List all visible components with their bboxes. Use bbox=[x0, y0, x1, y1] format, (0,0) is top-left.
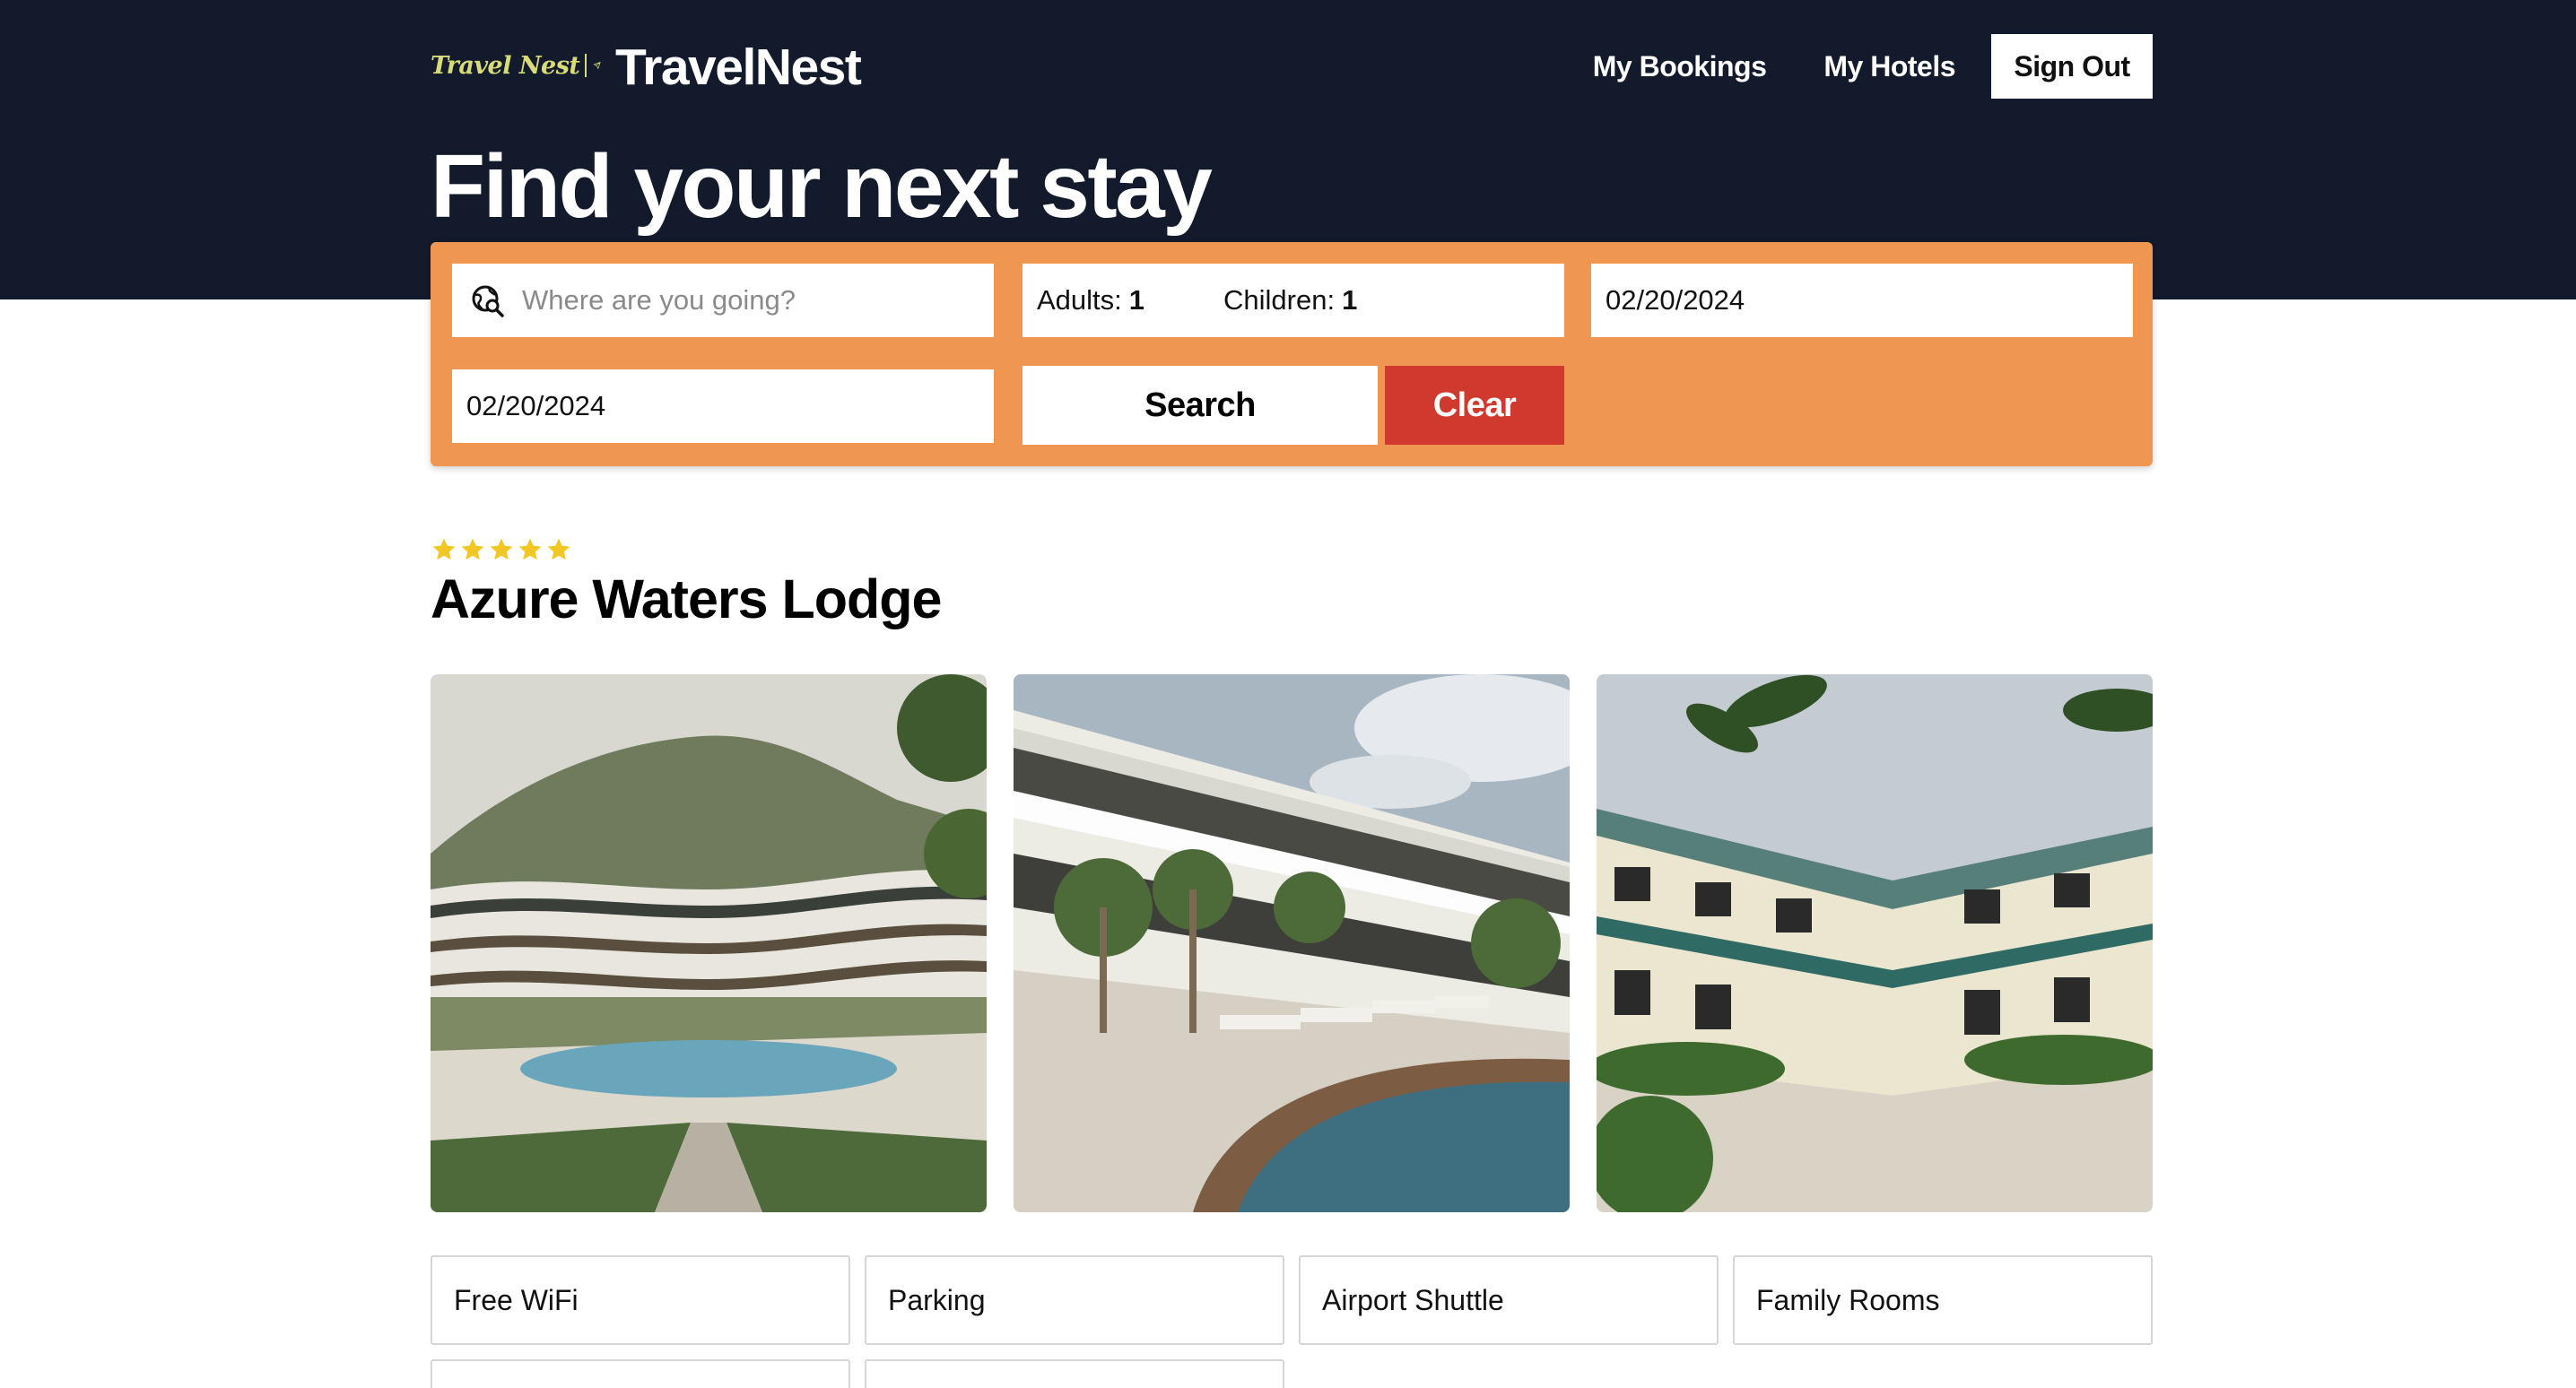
nav-my-bookings[interactable]: My Bookings bbox=[1593, 50, 1767, 83]
check-in-date-input[interactable]: 02/20/2024 bbox=[1591, 264, 2133, 337]
destination-input[interactable]: Where are you going? bbox=[452, 264, 994, 337]
destination-placeholder: Where are you going? bbox=[522, 284, 796, 316]
facility-item: Free WiFi bbox=[431, 1255, 850, 1345]
adults-count[interactable]: Adults: 1 bbox=[1037, 284, 1144, 317]
photo-gallery bbox=[431, 674, 2153, 1212]
adults-value: 1 bbox=[1128, 284, 1145, 316]
search-panel: Where are you going? Adults: 1 Children:… bbox=[431, 242, 2153, 466]
hotel-courtyard-pool-photo[interactable] bbox=[431, 674, 987, 1212]
facility-item: Airport Shuttle bbox=[1299, 1255, 1719, 1345]
logo[interactable]: Travel Nest bbox=[431, 45, 601, 86]
globe-search-icon bbox=[472, 285, 504, 317]
clear-button[interactable]: Clear bbox=[1385, 366, 1564, 445]
children-count[interactable]: Children: 1 bbox=[1223, 284, 1357, 317]
hotel-garden-courtyard-photo[interactable] bbox=[1597, 674, 2153, 1212]
search-button[interactable]: Search bbox=[1023, 366, 1378, 445]
hotel-poolside-loungers-photo[interactable] bbox=[1014, 674, 1570, 1212]
facility-item bbox=[865, 1359, 1284, 1388]
check-out-date-input[interactable]: 02/20/2024 bbox=[452, 369, 994, 443]
airplane-icon bbox=[593, 62, 601, 69]
nav-my-hotels[interactable]: My Hotels bbox=[1823, 50, 1955, 83]
guest-count-field[interactable]: Adults: 1 Children: 1 bbox=[1023, 264, 1564, 337]
star-icon bbox=[461, 538, 484, 560]
sign-out-button[interactable]: Sign Out bbox=[1991, 34, 2153, 99]
facility-item: Parking bbox=[865, 1255, 1284, 1345]
star-icon bbox=[490, 538, 513, 560]
star-icon bbox=[432, 538, 456, 560]
facilities-list: Free WiFi Parking Airport Shuttle Family… bbox=[431, 1255, 2153, 1388]
page-title: Find your next stay bbox=[431, 136, 1213, 237]
logo-wordmark: Travel Nest bbox=[431, 51, 580, 80]
star-rating bbox=[431, 536, 574, 563]
hotel-name: Azure Waters Lodge bbox=[431, 568, 942, 629]
children-label: Children: bbox=[1223, 284, 1336, 316]
facility-item bbox=[431, 1359, 850, 1388]
star-icon bbox=[547, 538, 570, 560]
facility-item: Family Rooms bbox=[1733, 1255, 2153, 1345]
logo-divider bbox=[585, 54, 587, 77]
children-value: 1 bbox=[1342, 284, 1358, 316]
brand-name[interactable]: TravelNest bbox=[615, 36, 862, 99]
star-icon bbox=[518, 538, 542, 560]
adults-label: Adults: bbox=[1037, 284, 1122, 316]
top-nav: My Bookings My Hotels Sign Out bbox=[1593, 34, 2153, 99]
